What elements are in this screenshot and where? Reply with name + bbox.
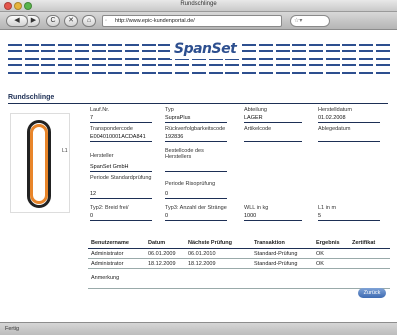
status-bar: Fertig bbox=[0, 322, 397, 335]
cell-ergebnis: OK bbox=[316, 251, 324, 257]
ablegedatum-label: Ablegedatum bbox=[318, 126, 351, 132]
periode-risiko-label: Periode Risoprüfung bbox=[165, 181, 216, 187]
herstelldatum-value: 01.02.2008 bbox=[318, 115, 380, 123]
back-link-button[interactable]: Zurück bbox=[358, 288, 386, 298]
lauf-nr-value: 7 bbox=[90, 115, 152, 123]
header-dashes bbox=[8, 64, 390, 66]
window-titlebar: Rundschlinge bbox=[0, 0, 397, 12]
stop-button[interactable]: ✕ bbox=[64, 15, 78, 27]
cell-ergebnis: OK bbox=[316, 261, 324, 267]
l1-label: L1 in m bbox=[318, 205, 337, 211]
reload-button[interactable]: C bbox=[46, 15, 60, 27]
product-image bbox=[10, 113, 70, 213]
address-url: http://www.epic-kundenportal.de/ bbox=[115, 18, 195, 24]
back-icon: ◀ bbox=[14, 17, 20, 24]
transpondercode-value: E004010001ACDA841 bbox=[90, 134, 152, 142]
col-zertifikat: Zertifikat bbox=[352, 240, 376, 246]
table-row[interactable]: Administrator 18.12.2009 18.12.2009 Stan… bbox=[88, 260, 390, 269]
col-benutzername: Benutzername bbox=[91, 240, 129, 246]
periode-standard-label: Periode Standardprüfung bbox=[90, 175, 152, 181]
ablegedatum-value bbox=[318, 134, 380, 142]
typ3-label: Typ3: Anzahl der Stränge bbox=[165, 205, 227, 211]
cell-transaktion: Standard-Prüfung bbox=[254, 251, 298, 257]
cell-naechste-pruefung: 18.12.2009 bbox=[188, 261, 216, 267]
wll-label: WLL in kg bbox=[244, 205, 269, 211]
cell-naechste-pruefung: 06.01.2010 bbox=[188, 251, 216, 257]
periode-risiko-value: 0 bbox=[165, 191, 227, 199]
bestellcode-value bbox=[165, 164, 227, 172]
bestellcode-label: Bestellcode des Herstellers bbox=[165, 148, 204, 160]
cell-datum: 06.01.2009 bbox=[148, 251, 176, 257]
page-title: Rundschlinge bbox=[8, 94, 55, 101]
rueckverfolgbarkeitscode-value: 192836 bbox=[165, 134, 227, 142]
hersteller-value: SpanSet GmbH bbox=[90, 164, 152, 172]
home-button[interactable]: ⌂ bbox=[82, 15, 96, 27]
back-button[interactable]: ◀ bbox=[6, 15, 28, 27]
forward-button[interactable]: ▶ bbox=[28, 15, 40, 27]
reload-icon: C bbox=[50, 17, 56, 24]
address-bar[interactable]: ◦ http://www.epic-kundenportal.de/ bbox=[102, 15, 282, 27]
table-row[interactable]: Administrator 06.01.2009 06.01.2010 Stan… bbox=[88, 250, 390, 259]
col-naechste-pruefung: Nächste Prüfung bbox=[188, 240, 233, 246]
anmerkung-label: Anmerkung bbox=[91, 275, 120, 281]
abteilung-value: LAGER bbox=[244, 115, 302, 123]
artikelcode-value bbox=[244, 134, 302, 142]
typ-value: SupraPlus bbox=[165, 115, 227, 123]
cell-benutzername: Administrator bbox=[91, 251, 124, 257]
sling-core bbox=[30, 124, 48, 204]
page-icon: ◦ bbox=[105, 18, 108, 24]
section-divider bbox=[8, 103, 388, 104]
table-header-rule bbox=[88, 248, 390, 249]
wll-value: 1000 bbox=[244, 213, 302, 221]
col-datum: Datum bbox=[148, 240, 166, 246]
typ3-value: 0 bbox=[165, 213, 227, 221]
transpondercode-label: Transpondercode bbox=[90, 126, 133, 132]
rueckverfolgbarkeitscode-label: Rückverfolgbarkeitscode bbox=[165, 126, 226, 132]
herstelldatum-label: Herstelldatum bbox=[318, 107, 352, 113]
l1-value: 5 bbox=[318, 213, 380, 221]
history-table-header: Benutzername Datum Nächste Prüfung Trans… bbox=[88, 239, 390, 247]
artikelcode-label: Artikelcode bbox=[244, 126, 272, 132]
window-title: Rundschlinge bbox=[180, 1, 217, 7]
col-transaktion: Transaktion bbox=[254, 240, 285, 246]
abteilung-label: Abteilung bbox=[244, 107, 267, 113]
status-text: Fertig bbox=[5, 326, 20, 332]
page-header: SpanSet bbox=[0, 31, 397, 83]
spanset-logo[interactable]: SpanSet bbox=[170, 41, 240, 59]
cell-transaktion: Standard-Prüfung bbox=[254, 261, 298, 267]
typ2-value: 0 bbox=[90, 213, 152, 221]
hersteller-label: Hersteller bbox=[90, 153, 114, 159]
browser-toolbar: ◀ ▶ C ✕ ⌂ ◦ http://www.epic-kundenportal… bbox=[0, 12, 397, 30]
cell-benutzername: Administrator bbox=[91, 261, 124, 267]
periode-standard-value: 12 bbox=[90, 191, 152, 199]
typ2-label: Typ2: Breid frei/ bbox=[90, 205, 129, 211]
home-icon: ⌂ bbox=[86, 17, 92, 24]
stop-icon: ✕ bbox=[68, 17, 74, 24]
col-ergebnis: Ergebnis bbox=[316, 240, 340, 246]
lauf-nr-label: Lauf.Nr. bbox=[90, 107, 110, 113]
header-dashes bbox=[8, 72, 390, 74]
anmerkung-field bbox=[88, 273, 390, 289]
image-dimension-label: L1 bbox=[62, 148, 68, 154]
forward-icon: ▶ bbox=[30, 17, 37, 24]
bookmark-icon: ☆▾ bbox=[294, 18, 303, 24]
typ-label: Typ bbox=[165, 107, 174, 113]
search-field[interactable]: ☆▾ bbox=[290, 15, 330, 27]
cell-datum: 18.12.2009 bbox=[148, 261, 176, 267]
